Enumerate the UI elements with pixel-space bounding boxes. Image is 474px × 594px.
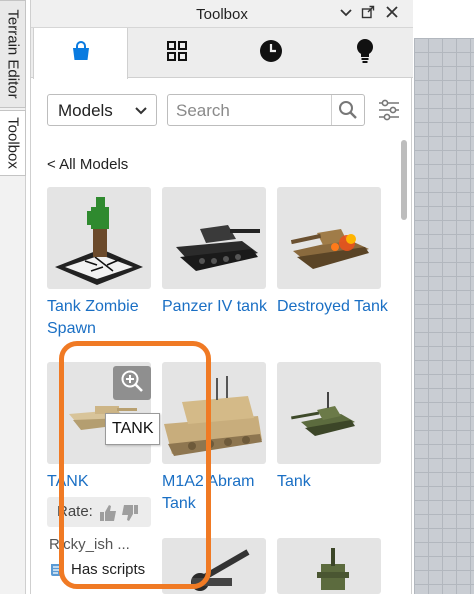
grid-icon <box>166 40 188 67</box>
breadcrumb-all-models[interactable]: < All Models <box>47 156 128 173</box>
tab-inventory[interactable] <box>129 28 224 78</box>
baseplate-grid <box>414 38 474 594</box>
green-tank-image <box>291 392 355 436</box>
viewport[interactable] <box>414 0 474 594</box>
tab-toolbox[interactable]: Toolbox <box>0 110 26 176</box>
window-title: Toolbox <box>196 6 248 23</box>
toolbox-panel: Toolbox Models Search < All Models Tank … <box>30 0 413 594</box>
thumbs-down-icon[interactable] <box>121 504 139 527</box>
tab-terrain-editor[interactable]: Terrain Editor <box>0 0 26 108</box>
lightbulb-icon <box>355 38 375 69</box>
panzer-tank-image <box>176 225 260 271</box>
has-scripts-label: Has scripts <box>71 561 146 578</box>
item-thumbnail[interactable] <box>277 538 381 594</box>
category-value: Models <box>58 101 113 120</box>
zoom-in-icon <box>120 369 144 398</box>
item-thumbnail[interactable] <box>162 538 266 594</box>
zoom-preview-button[interactable] <box>113 366 151 400</box>
item-name[interactable]: TANK <box>47 471 165 493</box>
tab-creations[interactable] <box>317 28 412 78</box>
chevron-down-icon <box>134 104 148 122</box>
close-icon[interactable] <box>383 5 401 23</box>
tab-terrain-editor-label: Terrain Editor <box>4 9 21 99</box>
scrollbar[interactable] <box>401 140 407 220</box>
search-icon[interactable] <box>338 100 358 125</box>
search-input[interactable]: Search <box>167 94 365 126</box>
search-placeholder: Search <box>176 101 230 120</box>
script-icon <box>49 562 65 582</box>
category-dropdown[interactable]: Models <box>47 94 157 126</box>
destroyed-tank-image <box>290 229 369 269</box>
title-bar: Toolbox <box>31 0 413 28</box>
creator-name[interactable]: Ricky_ish ... <box>49 536 130 553</box>
search-divider <box>331 95 332 125</box>
bag-icon <box>69 39 93 68</box>
item-name[interactable]: M1A2 Abram Tank <box>162 471 280 515</box>
item-thumbnail[interactable] <box>277 187 381 289</box>
popout-icon[interactable] <box>359 5 377 23</box>
tab-toolbox-label: Toolbox <box>4 117 21 169</box>
rate-label: Rate: <box>57 503 93 520</box>
item-thumbnail[interactable] <box>162 187 266 289</box>
filter-icon[interactable] <box>377 98 401 127</box>
abrams-tank-image <box>164 376 262 456</box>
rating-widget: Rate: <box>47 497 151 527</box>
item-thumbnail[interactable] <box>162 362 266 464</box>
item-thumbnail[interactable] <box>47 187 151 289</box>
thumbs-up-icon[interactable] <box>99 504 117 527</box>
item-tooltip: TANK <box>105 413 161 445</box>
toolbox-tabs <box>31 28 413 79</box>
artillery-image <box>191 549 250 591</box>
tab-recent[interactable] <box>223 28 318 78</box>
item-name[interactable]: Tank Zombie Spawn <box>47 296 165 340</box>
item-name[interactable]: Destroyed Tank <box>277 296 395 318</box>
tab-marketplace[interactable] <box>33 28 128 79</box>
clock-icon <box>259 39 283 68</box>
chevron-down-icon[interactable] <box>337 5 355 23</box>
tank-top-image <box>317 548 349 590</box>
side-tab-strip: Terrain Editor Toolbox <box>0 0 26 594</box>
item-thumbnail[interactable] <box>277 362 381 464</box>
item-name[interactable]: Panzer IV tank <box>162 296 280 318</box>
tank-zombie-spawn-image <box>55 197 143 285</box>
studio-window: Terrain Editor Toolbox Toolbox Models Se… <box>0 0 474 594</box>
item-name[interactable]: Tank <box>277 471 395 493</box>
